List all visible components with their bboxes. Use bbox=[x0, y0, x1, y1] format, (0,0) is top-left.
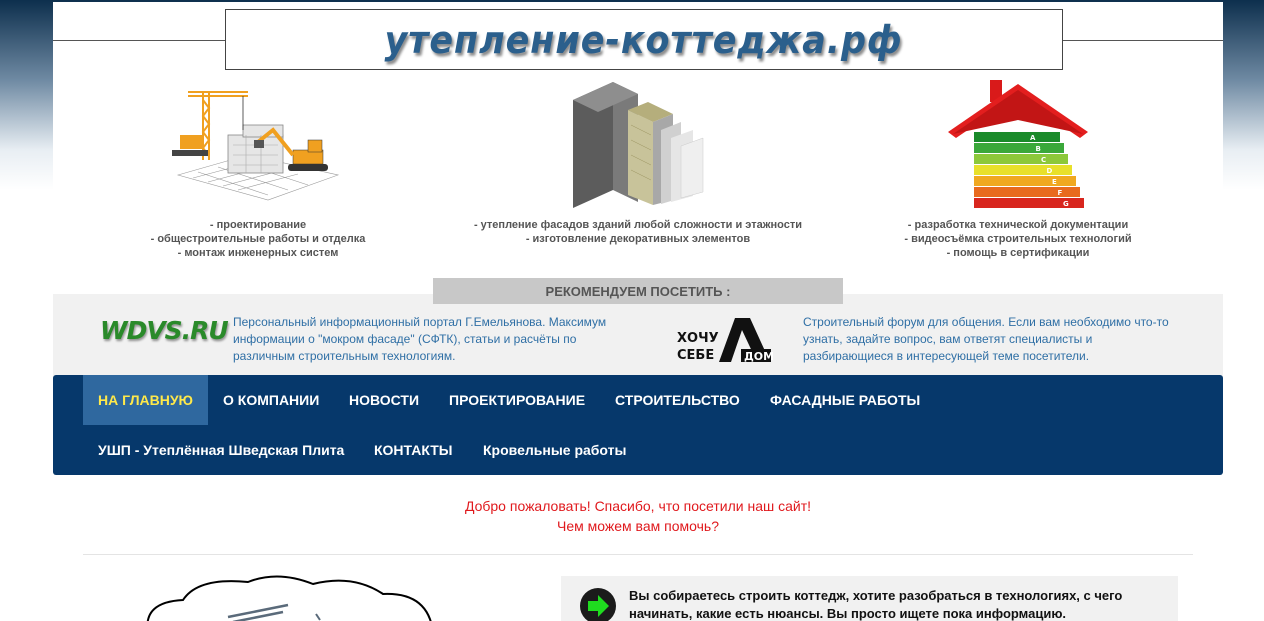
nav-construction[interactable]: СТРОИТЕЛЬСТВО bbox=[600, 375, 755, 425]
nav-about[interactable]: О КОМПАНИИ bbox=[208, 375, 334, 425]
forum-description[interactable]: Строительный форум для общения. Если вам… bbox=[803, 314, 1178, 365]
recommend-title: РЕКОМЕНДУЕМ ПОСЕТИТЬ : bbox=[433, 278, 843, 304]
arrow-right-glyph bbox=[588, 595, 609, 617]
wdvs-description[interactable]: Персональный информационный портал Г.Еме… bbox=[233, 314, 628, 365]
nav-ushp[interactable]: УШП - Утеплённая Шведская Плита bbox=[83, 425, 359, 475]
energy-bar-e bbox=[974, 176, 1076, 186]
nav-facade-works[interactable]: ФАСАДНЫЕ РАБОТЫ bbox=[755, 375, 935, 425]
service-facades: - утепление фасадов зданий любой сложнос… bbox=[443, 80, 833, 246]
energy-label-f: F bbox=[1058, 189, 1063, 197]
service-3-item: - разработка технической документации bbox=[907, 219, 1129, 231]
info-text: Вы собираетесь строить коттедж, хотите р… bbox=[629, 588, 1123, 621]
energy-bar-d bbox=[974, 165, 1072, 175]
service-2-item: - изготовление декоративных элементов bbox=[525, 233, 751, 245]
service-1-item: - монтаж инженерных систем bbox=[177, 247, 339, 259]
house-a-logo-icon: ХОЧУ СЕБЕ ДОМ bbox=[677, 318, 774, 363]
service-1-list: - проектирование - общестроительные рабо… bbox=[63, 218, 453, 260]
wdvs-logo[interactable]: WDVS.RU bbox=[100, 316, 229, 345]
nav-home[interactable]: НА ГЛАВНУЮ bbox=[83, 375, 208, 425]
logo-word-1: ХОЧУ bbox=[677, 331, 719, 346]
service-3-item: - видеосъёмка строительных технологий bbox=[904, 233, 1132, 245]
service-3-list: - разработка технической документации - … bbox=[823, 218, 1213, 260]
nav-contacts[interactable]: КОНТАКТЫ bbox=[359, 425, 467, 475]
service-2-item: - утепление фасадов зданий любой сложнос… bbox=[473, 219, 803, 231]
energy-house-icon: ABCDEFG bbox=[948, 80, 1088, 208]
logo-word-2: СЕБЕ bbox=[677, 348, 714, 363]
recommend-band: WDVS.RU Персональный информационный порт… bbox=[53, 294, 1223, 378]
service-1-item: - проектирование bbox=[209, 219, 307, 231]
energy-bar-b bbox=[974, 143, 1064, 153]
welcome-line-2: Чем можем вам помочь? bbox=[557, 518, 719, 534]
thought-cloud-icon bbox=[146, 575, 432, 621]
energy-bar-a bbox=[974, 132, 1060, 142]
energy-label-e: E bbox=[1052, 178, 1057, 186]
content-divider bbox=[83, 554, 1193, 555]
energy-house-illustration: ABCDEFG bbox=[938, 80, 1098, 210]
site-logo-text: утепление-коттеджа.рф bbox=[384, 17, 904, 62]
energy-label-a: A bbox=[1030, 134, 1036, 142]
service-3-item: - помощь в сертификации bbox=[946, 247, 1090, 259]
energy-label-g: G bbox=[1063, 200, 1069, 208]
facade-layers-illustration bbox=[553, 80, 723, 210]
energy-bar-c bbox=[974, 154, 1068, 164]
page: утепление-коттеджа.рф - проектирование -… bbox=[53, 2, 1223, 621]
site-logo[interactable]: утепление-коттеджа.рф bbox=[225, 9, 1063, 70]
nav-news[interactable]: НОВОСТИ bbox=[334, 375, 434, 425]
energy-label-b: B bbox=[1036, 145, 1041, 153]
service-documentation: ABCDEFG - разработка технической докумен… bbox=[823, 80, 1213, 260]
energy-bar-f bbox=[974, 187, 1080, 197]
arrow-right-icon bbox=[580, 588, 616, 621]
welcome-line-1: Добро пожаловать! Спасибо, что посетили … bbox=[464, 498, 812, 514]
nav-roofing[interactable]: Кровельные работы bbox=[468, 425, 641, 475]
energy-label-c: C bbox=[1041, 156, 1046, 164]
welcome-message: Добро пожаловать! Спасибо, что посетили … bbox=[53, 496, 1223, 536]
service-design-construction: - проектирование - общестроительные рабо… bbox=[63, 80, 453, 260]
energy-label-d: D bbox=[1047, 167, 1053, 175]
main-nav: НА ГЛАВНУЮ О КОМПАНИИ НОВОСТИ ПРОЕКТИРОВ… bbox=[53, 375, 1223, 475]
construction-icon bbox=[172, 91, 340, 201]
hochu-sebe-dom-logo[interactable]: ХОЧУ СЕБЕ ДОМ bbox=[675, 316, 774, 364]
info-box: Вы собираетесь строить коттедж, хотите р… bbox=[561, 576, 1178, 621]
wall-layers-icon bbox=[573, 82, 704, 208]
logo-word-3: ДОМ bbox=[744, 350, 773, 363]
service-1-item: - общестроительные работы и отделка bbox=[150, 233, 366, 245]
nav-design[interactable]: ПРОЕКТИРОВАНИЕ bbox=[434, 375, 600, 425]
construction-illustration bbox=[158, 80, 358, 210]
cloud-illustration bbox=[138, 572, 458, 621]
service-2-list: - утепление фасадов зданий любой сложнос… bbox=[443, 218, 833, 246]
